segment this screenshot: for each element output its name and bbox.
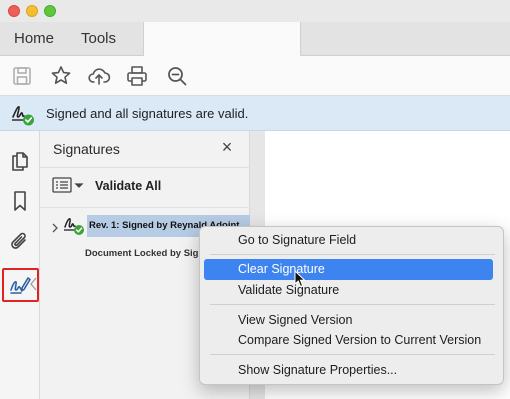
window-close-button[interactable] (8, 5, 20, 17)
menu-item-clear-signature[interactable]: Clear Signature (204, 259, 493, 280)
mouse-cursor-icon (294, 269, 306, 288)
tab-tools[interactable]: Tools (81, 22, 116, 56)
rail-collapse-arrow-icon[interactable] (30, 277, 38, 291)
panel-divider (40, 167, 250, 168)
options-menu-icon[interactable] (52, 177, 86, 195)
menu-item-view-signed-version[interactable]: View Signed Version (204, 310, 493, 331)
attachment-icon[interactable] (8, 230, 32, 254)
signature-valid-icon (62, 213, 86, 237)
signature-context-menu: Go to Signature Field Clear Signature Va… (199, 226, 504, 385)
menu-item-go-to-signature-field[interactable]: Go to Signature Field (204, 230, 493, 251)
signature-status-text: Signed and all signatures are valid. (46, 106, 249, 121)
panel-title: Signatures (53, 141, 120, 157)
pages-icon[interactable] (8, 148, 32, 172)
validate-all-button[interactable]: Validate All (95, 179, 161, 193)
upload-cloud-icon[interactable] (87, 64, 111, 88)
tab-home[interactable]: Home (14, 22, 54, 56)
bookmark-star-icon[interactable] (49, 64, 73, 88)
chevron-right-icon[interactable] (51, 220, 59, 233)
main-toolbar (0, 56, 510, 139)
print-icon[interactable] (125, 64, 149, 88)
window-minimize-button[interactable] (26, 5, 38, 17)
bookmark-icon[interactable] (8, 189, 32, 213)
window-titlebar (0, 0, 510, 22)
left-navigation-rail (0, 131, 40, 399)
signature-status-bar: Signed and all signatures are valid. (0, 96, 510, 131)
panel-divider (40, 207, 250, 208)
close-icon[interactable]: × (218, 138, 236, 156)
tab-document[interactable] (143, 22, 301, 56)
signature-valid-icon (10, 101, 36, 127)
tab-bar: Home Tools (0, 22, 510, 56)
save-icon[interactable] (10, 64, 34, 88)
menu-separator (210, 354, 495, 355)
signature-pen-icon[interactable] (8, 273, 32, 297)
zoom-search-icon[interactable] (165, 64, 189, 88)
window-maximize-button[interactable] (44, 5, 56, 17)
menu-item-validate-signature[interactable]: Validate Signature (204, 280, 493, 301)
menu-item-show-signature-properties[interactable]: Show Signature Properties... (204, 360, 493, 381)
menu-separator (210, 254, 495, 255)
menu-item-compare-signed-version[interactable]: Compare Signed Version to Current Versio… (204, 330, 493, 351)
menu-separator (210, 304, 495, 305)
